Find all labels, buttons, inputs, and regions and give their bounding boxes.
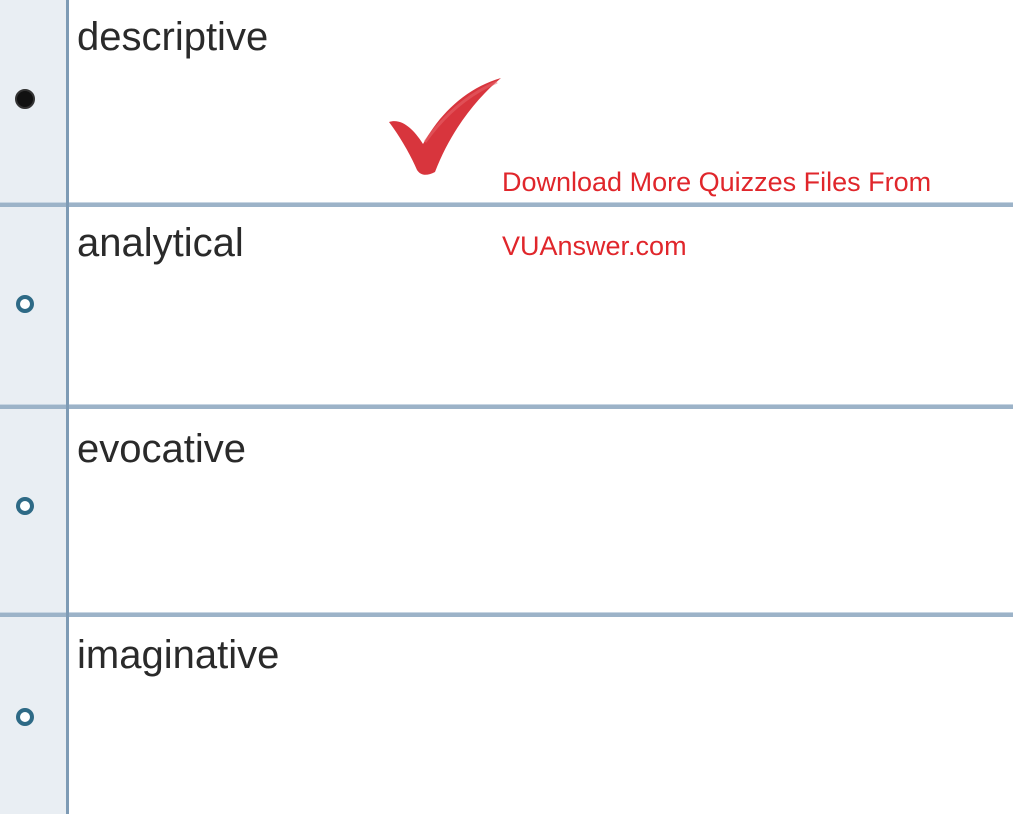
option-label: analytical — [77, 221, 244, 265]
option-label: evocative — [77, 427, 246, 471]
column-border — [66, 0, 69, 814]
checkmark-icon — [389, 78, 501, 175]
option-label: descriptive — [77, 15, 269, 59]
option-label: imaginative — [77, 633, 280, 677]
watermark-line-1: Download More Quizzes Files From — [502, 167, 932, 197]
radio-button[interactable] — [16, 497, 34, 515]
option-row-imaginative[interactable]: imaginative — [0, 617, 1013, 814]
watermark-line-2: VUAnswer.com — [502, 231, 687, 261]
radio-button[interactable] — [16, 295, 34, 313]
radio-button-selected[interactable] — [15, 89, 35, 109]
quiz-options-panel: descriptive analytical evocative imagina… — [0, 0, 1013, 814]
radio-button[interactable] — [16, 708, 34, 726]
option-row-evocative[interactable]: evocative — [0, 409, 1013, 612]
